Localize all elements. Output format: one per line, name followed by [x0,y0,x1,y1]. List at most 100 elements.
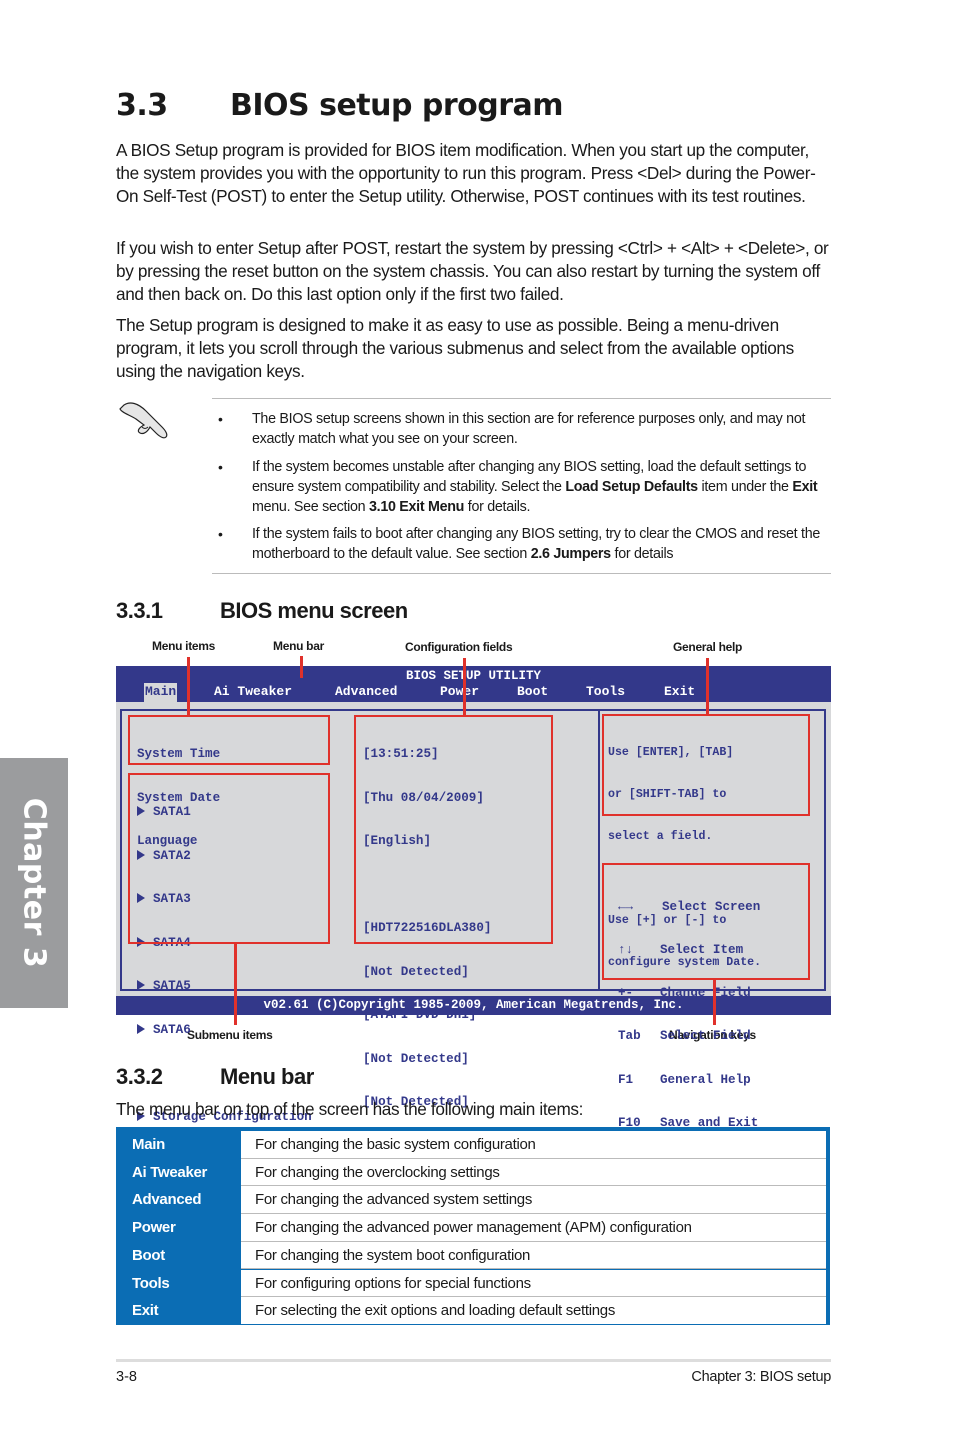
pointing-hand-icon [119,402,168,439]
bios-menu-advanced[interactable]: Advanced [334,684,398,699]
table-row-desc-cell: For changing the advanced power manageme… [241,1214,826,1241]
table-row-desc: For changing the basic system configurat… [255,1136,536,1153]
leader-general-help [706,658,709,715]
table-row: Exit For selecting the exit options and … [120,1297,826,1325]
table-row-key: Advanced [132,1191,202,1209]
config-value-sata4: [Not Detected] [363,1051,469,1066]
table-row-key: Tools [132,1274,170,1292]
callout-menu-items: Menu items [152,639,216,653]
submenu-label: SATA5 [153,979,191,993]
bios-footer: v02.61 (C)Copyright 1985-2009, American … [116,996,831,1015]
bios-menu-bar: BIOS SETUP UTILITY Main Ai Tweaker Advan… [116,666,831,702]
menu-bar-table: Main For changing the basic system confi… [116,1127,830,1325]
table-row-desc: For selecting the exit options and loadi… [255,1302,616,1320]
note-box: The BIOS setup screens shown in this sec… [212,398,831,574]
highlight-submenu-items [128,773,330,944]
note-text: for details [610,546,674,562]
table-row-desc-cell: For changing the overclocking settings [241,1158,826,1186]
nav-action: General Help [660,1072,751,1087]
nav-key-row: Tab Select Field [618,1029,760,1043]
leader-config-fields [463,658,466,716]
table-row: Power For changing the advanced power ma… [120,1214,826,1242]
triangle-right-icon [137,980,145,990]
leader-menu-items [187,657,190,717]
table-row-desc-cell: For configuring options for special func… [241,1269,826,1297]
callout-general-help: General help [673,640,743,654]
intro-paragraph-3: The Setup program is designed to make it… [116,315,794,381]
table-row: Tools For configuring options for specia… [120,1269,826,1298]
leader-navigation-keys [713,979,716,1025]
emphasis-text: 3.10 Exit Menu [369,499,465,515]
subsection-title-3-3-1: 3.3.1 BIOS menu screen [116,598,408,624]
table-row-desc-cell: For selecting the exit options and loadi… [241,1297,826,1324]
section-title-text: BIOS setup program [230,88,564,123]
highlight-navigation-keys [602,863,810,980]
chapter-tab: Chapter 3 [0,758,68,1008]
table-row-desc: For changing the system boot configurati… [255,1246,531,1264]
table-row-desc-cell: For changing the system boot configurati… [241,1241,826,1269]
note-item: If the system becomes unstable after cha… [252,457,832,517]
table-row-desc: For changing the advanced system setting… [255,1191,533,1209]
bios-menu-main[interactable]: Main [144,683,178,702]
section-number: 3.3 [116,88,168,123]
bios-menu-tools[interactable]: Tools [585,684,626,699]
note-item: The BIOS setup screens shown in this sec… [252,409,832,449]
config-value-sata2: [Not Detected] [363,964,469,979]
footer-chapter: Chapter 3: BIOS setup [691,1369,831,1385]
table-row-desc: For changing the advanced power manageme… [255,1219,692,1237]
submenu-label: SATA6 [153,1022,191,1037]
highlight-general-help [602,714,810,816]
bios-menu-boot[interactable]: Boot [516,684,549,699]
nav-key: Tab [618,1029,641,1044]
table-row: Main For changing the basic system confi… [120,1131,826,1159]
bios-menu-power[interactable]: Power [439,684,480,699]
emphasis-text: Load Setup Defaults [565,479,698,495]
table-row-desc-cell: For changing the basic system configurat… [241,1131,826,1158]
table-row: Boot For changing the system boot config… [120,1241,826,1270]
nav-key-row: F1 General Help [618,1073,760,1087]
bios-divider [598,709,600,991]
leader-submenu-items [234,943,237,1025]
note-text: for details. [464,499,531,515]
nav-key: F1 [618,1072,634,1087]
leader-menu-bar [300,656,303,678]
note-text: menu. See section [252,499,369,515]
subsection-title-text: BIOS menu screen [220,598,408,623]
note-text: item under the [697,479,793,495]
intro-paragraph-1: A BIOS Setup program is provided for BIO… [116,140,816,206]
page-number: 3-8 [116,1369,137,1385]
bullet: • [218,526,223,542]
bios-menu-exit[interactable]: Exit [663,684,696,699]
table-row-key: Boot [132,1246,165,1264]
bullet: • [218,411,223,427]
table-row-key: Exit [132,1302,159,1320]
footer-divider [116,1359,831,1362]
table-row-desc: For changing the overclocking settings [255,1163,500,1181]
intro-paragraph-2: If you wish to enter Setup after POST, r… [116,238,829,304]
callout-config-fields: Configuration fields [405,640,513,654]
table-row-key: Main [132,1136,165,1153]
emphasis-text: 2.6 Jumpers [530,546,611,562]
triangle-right-icon [137,1023,145,1034]
submenu-item-sata6[interactable]: SATA6 [137,1023,312,1038]
menu-bar-intro: The menu bar on top of the screen has th… [116,1099,584,1119]
table-row: Ai Tweaker For changing the overclocking… [120,1158,826,1187]
note-item: If the system fails to boot after changi… [252,524,832,564]
table-row-desc: For configuring options for special func… [255,1274,531,1292]
chapter-tab-label: Chapter 3 [16,797,52,969]
highlight-config-fields [354,715,553,944]
bios-title: BIOS SETUP UTILITY [405,669,542,683]
help-line: select a field. [608,830,713,843]
subsection-title-text: Menu bar [220,1064,314,1089]
subsection-title-3-3-2: 3.3.2 Menu bar [116,1064,314,1090]
table-row: Advanced For changing the advanced syste… [120,1186,826,1215]
bios-menu-ai-tweaker[interactable]: Ai Tweaker [213,684,293,699]
nav-action: Select Field [660,1029,751,1044]
note-text: The BIOS setup screens shown in this sec… [252,411,806,447]
menu-bar-table-body: Main For changing the basic system confi… [120,1131,826,1324]
bullet: • [218,459,223,475]
section-title: 3.3 BIOS setup program [116,88,564,123]
table-row-key: Power [132,1219,176,1237]
submenu-item-sata5[interactable]: SATA5 [137,979,312,994]
callout-menu-bar: Menu bar [273,639,324,653]
